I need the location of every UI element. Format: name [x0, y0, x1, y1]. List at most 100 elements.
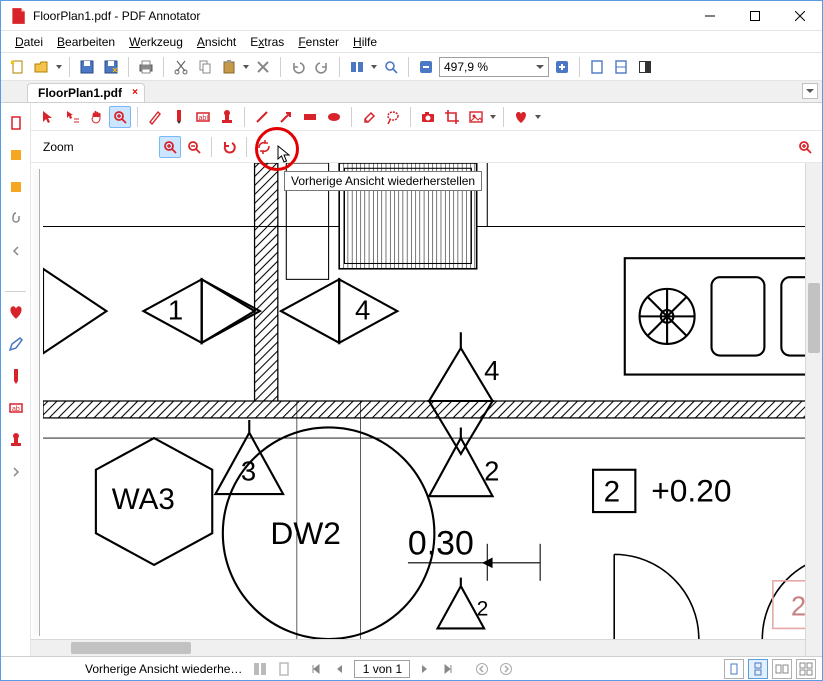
layout-two-continuous-button[interactable]	[796, 659, 816, 679]
vertical-scrollbar[interactable]	[805, 163, 822, 656]
pen-tool[interactable]	[144, 106, 166, 128]
main-toolbar: 497,9 %	[1, 53, 822, 81]
fullscreen-button[interactable]	[634, 56, 656, 78]
status-page-button[interactable]	[274, 659, 294, 679]
minimize-button[interactable]	[687, 1, 732, 30]
first-page-button[interactable]	[306, 659, 326, 679]
layout-single-button[interactable]	[724, 659, 744, 679]
zoom-in-tool[interactable]	[159, 136, 181, 158]
zoom-tool[interactable]	[109, 106, 131, 128]
previous-view-button[interactable]	[218, 136, 240, 158]
document-canvas: 1 4 4 2	[43, 163, 805, 639]
horizontal-scrollbar[interactable]	[31, 639, 805, 656]
undo-button[interactable]	[287, 56, 309, 78]
zoom-out-tool[interactable]	[183, 136, 205, 158]
pan-tool[interactable]	[85, 106, 107, 128]
ellipse-tool[interactable]	[323, 106, 345, 128]
fav-text-tool[interactable]: ab	[4, 396, 28, 420]
vscroll-thumb[interactable]	[808, 283, 820, 353]
back-button[interactable]	[472, 659, 492, 679]
cursor-icon	[277, 145, 293, 165]
sidebar-bookmarks[interactable]	[4, 143, 28, 167]
search-button[interactable]	[380, 56, 402, 78]
zoom-in-button[interactable]	[551, 56, 573, 78]
crop-tool[interactable]	[441, 106, 463, 128]
document-viewport[interactable]: 1 4 4 2	[31, 163, 822, 656]
tab-close-icon[interactable]: ×	[132, 87, 138, 98]
favorites-tool[interactable]	[510, 106, 532, 128]
zoom-reset-button[interactable]	[253, 136, 275, 158]
find-button[interactable]	[346, 56, 368, 78]
lasso-erase-tool[interactable]	[382, 106, 404, 128]
fit-width-button[interactable]	[610, 56, 632, 78]
fav-pen-tool[interactable]	[4, 332, 28, 356]
menu-file[interactable]: Datei	[9, 33, 49, 51]
app-icon	[9, 7, 27, 25]
fav-heart-tool[interactable]	[4, 300, 28, 324]
delete-button[interactable]	[252, 56, 274, 78]
fit-page-button[interactable]	[586, 56, 608, 78]
page-indicator[interactable]: 1 von 1	[354, 660, 410, 678]
image-dropdown[interactable]	[489, 114, 497, 120]
menu-help[interactable]: Hilfe	[347, 33, 383, 51]
svg-text:abI: abI	[199, 115, 209, 122]
stamp-tool[interactable]	[216, 106, 238, 128]
menu-window[interactable]: Fenster	[292, 33, 345, 51]
marker-tool[interactable]	[168, 106, 190, 128]
image-tool[interactable]	[465, 106, 487, 128]
text-select-tool[interactable]	[61, 106, 83, 128]
text-box-tool[interactable]: abI	[192, 106, 214, 128]
fav-stamp-tool[interactable]	[4, 428, 28, 452]
status-thumb-button[interactable]	[250, 659, 270, 679]
find-dropdown[interactable]	[370, 64, 378, 70]
tooltip: Vorherige Ansicht wiederherstellen	[284, 171, 482, 191]
paste-dropdown[interactable]	[242, 64, 250, 70]
sidebar-notes[interactable]	[4, 175, 28, 199]
cut-button[interactable]	[170, 56, 192, 78]
menu-view[interactable]: Ansicht	[191, 33, 242, 51]
zoom-out-button[interactable]	[415, 56, 437, 78]
new-button[interactable]	[7, 56, 29, 78]
save-button[interactable]	[76, 56, 98, 78]
print-button[interactable]	[135, 56, 157, 78]
line-tool[interactable]	[251, 106, 273, 128]
menu-extras[interactable]: Extras	[244, 33, 290, 51]
prev-page-button[interactable]	[330, 659, 350, 679]
open-dropdown[interactable]	[55, 64, 63, 70]
last-page-button[interactable]	[438, 659, 458, 679]
zoom-combo[interactable]: 497,9 %	[439, 57, 549, 77]
close-button[interactable]	[777, 1, 822, 30]
snapshot-tool[interactable]	[417, 106, 439, 128]
fav-more-tool[interactable]	[4, 460, 28, 484]
paste-button[interactable]	[218, 56, 240, 78]
svg-text:4: 4	[355, 295, 370, 326]
dim-020: +0.20	[651, 472, 731, 508]
arrow-tool[interactable]	[275, 106, 297, 128]
open-button[interactable]	[31, 56, 53, 78]
svg-text:4: 4	[484, 355, 499, 386]
maximize-button[interactable]	[732, 1, 777, 30]
eraser-tool[interactable]	[358, 106, 380, 128]
document-tab[interactable]: FloorPlan1.pdf ×	[27, 83, 145, 102]
hscroll-thumb[interactable]	[71, 642, 191, 654]
save-as-button[interactable]	[100, 56, 122, 78]
sidebar-thumbnails[interactable]	[4, 111, 28, 135]
rectangle-tool[interactable]	[299, 106, 321, 128]
sidebar-collapse[interactable]	[4, 239, 28, 263]
tab-overflow-button[interactable]	[802, 83, 818, 99]
menu-tool[interactable]: Werkzeug	[123, 33, 189, 51]
redo-button[interactable]	[311, 56, 333, 78]
menu-edit[interactable]: Bearbeiten	[51, 33, 121, 51]
favorites-dropdown[interactable]	[534, 114, 542, 120]
next-page-button[interactable]	[414, 659, 434, 679]
layout-continuous-button[interactable]	[748, 659, 768, 679]
sidebar-attachments[interactable]	[4, 207, 28, 231]
zoom-close-button[interactable]	[794, 136, 816, 158]
svg-text:1: 1	[168, 295, 183, 326]
fav-pencil-tool[interactable]	[4, 364, 28, 388]
forward-button[interactable]	[496, 659, 516, 679]
select-tool[interactable]	[37, 106, 59, 128]
title-bar: FloorPlan1.pdf - PDF Annotator	[1, 1, 822, 31]
layout-two-page-button[interactable]	[772, 659, 792, 679]
copy-button[interactable]	[194, 56, 216, 78]
